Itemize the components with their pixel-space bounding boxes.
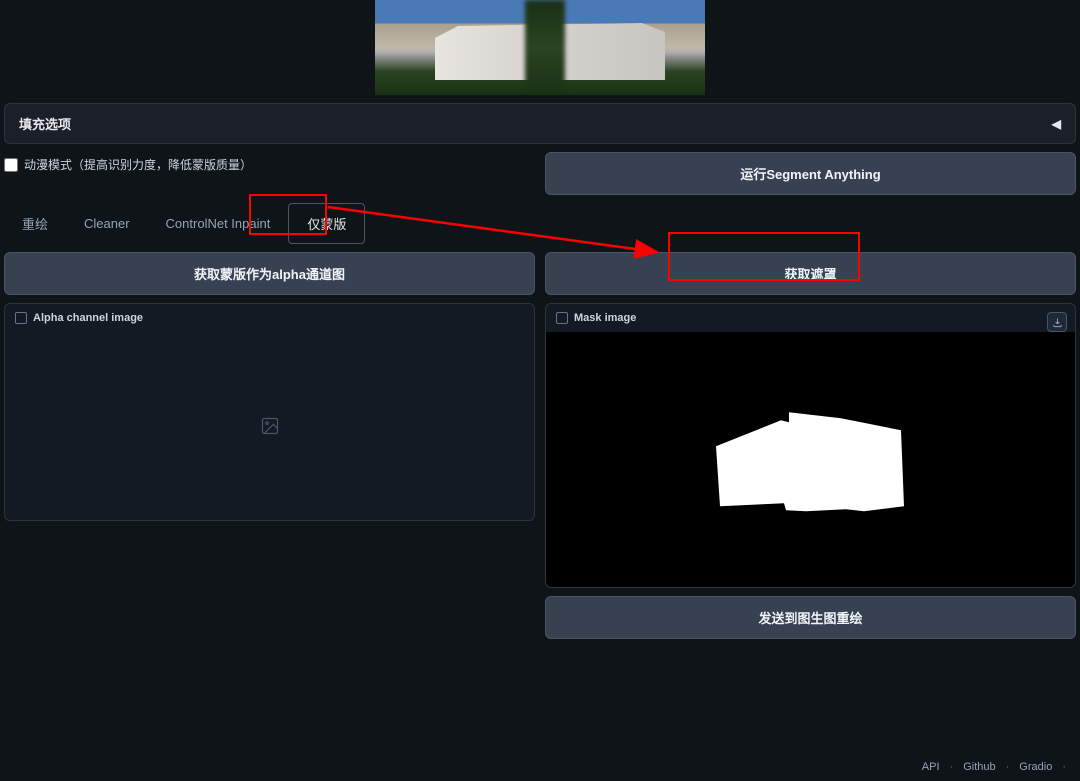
tabs: 重绘 Cleaner ControlNet Inpaint 仅蒙版 [4, 203, 1076, 244]
tab-mask-only[interactable]: 仅蒙版 [288, 203, 365, 244]
footer-github-link[interactable]: Github [963, 761, 995, 773]
footer-separator: · [1062, 761, 1066, 773]
get-mask-button[interactable]: 获取遮罩 [545, 252, 1076, 295]
main-container: 填充选项 ◀ 动漫模式（提高识别力度，降低蒙版质量） 运行Segment Any… [0, 0, 1080, 639]
mask-shape [706, 408, 916, 523]
mask-panel-label: Mask image [574, 312, 636, 324]
alpha-channel-panel: Alpha channel image [4, 303, 535, 521]
mask-image-body[interactable] [546, 332, 1075, 587]
alpha-panel-body[interactable] [5, 332, 534, 520]
anime-mode-checkbox[interactable]: 动漫模式（提高识别力度，降低蒙版质量） [4, 152, 535, 177]
mode-row: 动漫模式（提高识别力度，降低蒙版质量） 运行Segment Anything [4, 152, 1076, 195]
image-icon [556, 312, 568, 324]
download-button[interactable] [1047, 312, 1067, 332]
content-row: 获取蒙版作为alpha通道图 Alpha channel image 获取遮罩 [4, 252, 1076, 639]
alpha-panel-label: Alpha channel image [33, 312, 143, 324]
fill-options-label: 填充选项 [19, 114, 71, 133]
tab-controlnet-inpaint[interactable]: ControlNet Inpaint [148, 206, 289, 241]
preview-image [375, 0, 705, 95]
left-content-col: 获取蒙版作为alpha通道图 Alpha channel image [4, 252, 535, 639]
anime-mode-col: 动漫模式（提高识别力度，降低蒙版质量） [4, 152, 535, 195]
mask-panel-header: Mask image [546, 304, 1075, 332]
collapse-icon: ◀ [1052, 117, 1061, 131]
tab-cleaner[interactable]: Cleaner [66, 206, 148, 241]
footer-separator: · [1006, 761, 1010, 773]
segment-col: 运行Segment Anything [545, 152, 1076, 195]
footer: API · Github · Gradio · [908, 753, 1080, 781]
get-alpha-button[interactable]: 获取蒙版作为alpha通道图 [4, 252, 535, 295]
send-to-img2img-button[interactable]: 发送到图生图重绘 [545, 596, 1076, 639]
tab-redraw[interactable]: 重绘 [4, 204, 66, 243]
alpha-panel-header: Alpha channel image [5, 304, 534, 332]
download-icon [1052, 317, 1063, 328]
anime-mode-input[interactable] [4, 158, 18, 172]
footer-gradio-link[interactable]: Gradio [1019, 761, 1052, 773]
footer-api-link[interactable]: API [922, 761, 940, 773]
mask-image-panel: Mask image [545, 303, 1076, 588]
run-segment-button[interactable]: 运行Segment Anything [545, 152, 1076, 195]
image-icon [15, 312, 27, 324]
anime-mode-label: 动漫模式（提高识别力度，降低蒙版质量） [24, 156, 252, 173]
fill-options-panel[interactable]: 填充选项 ◀ [4, 103, 1076, 144]
right-content-col: 获取遮罩 Mask image 发送到图生图重绘 [545, 252, 1076, 639]
placeholder-image-icon [260, 416, 280, 436]
footer-separator: · [950, 761, 954, 773]
